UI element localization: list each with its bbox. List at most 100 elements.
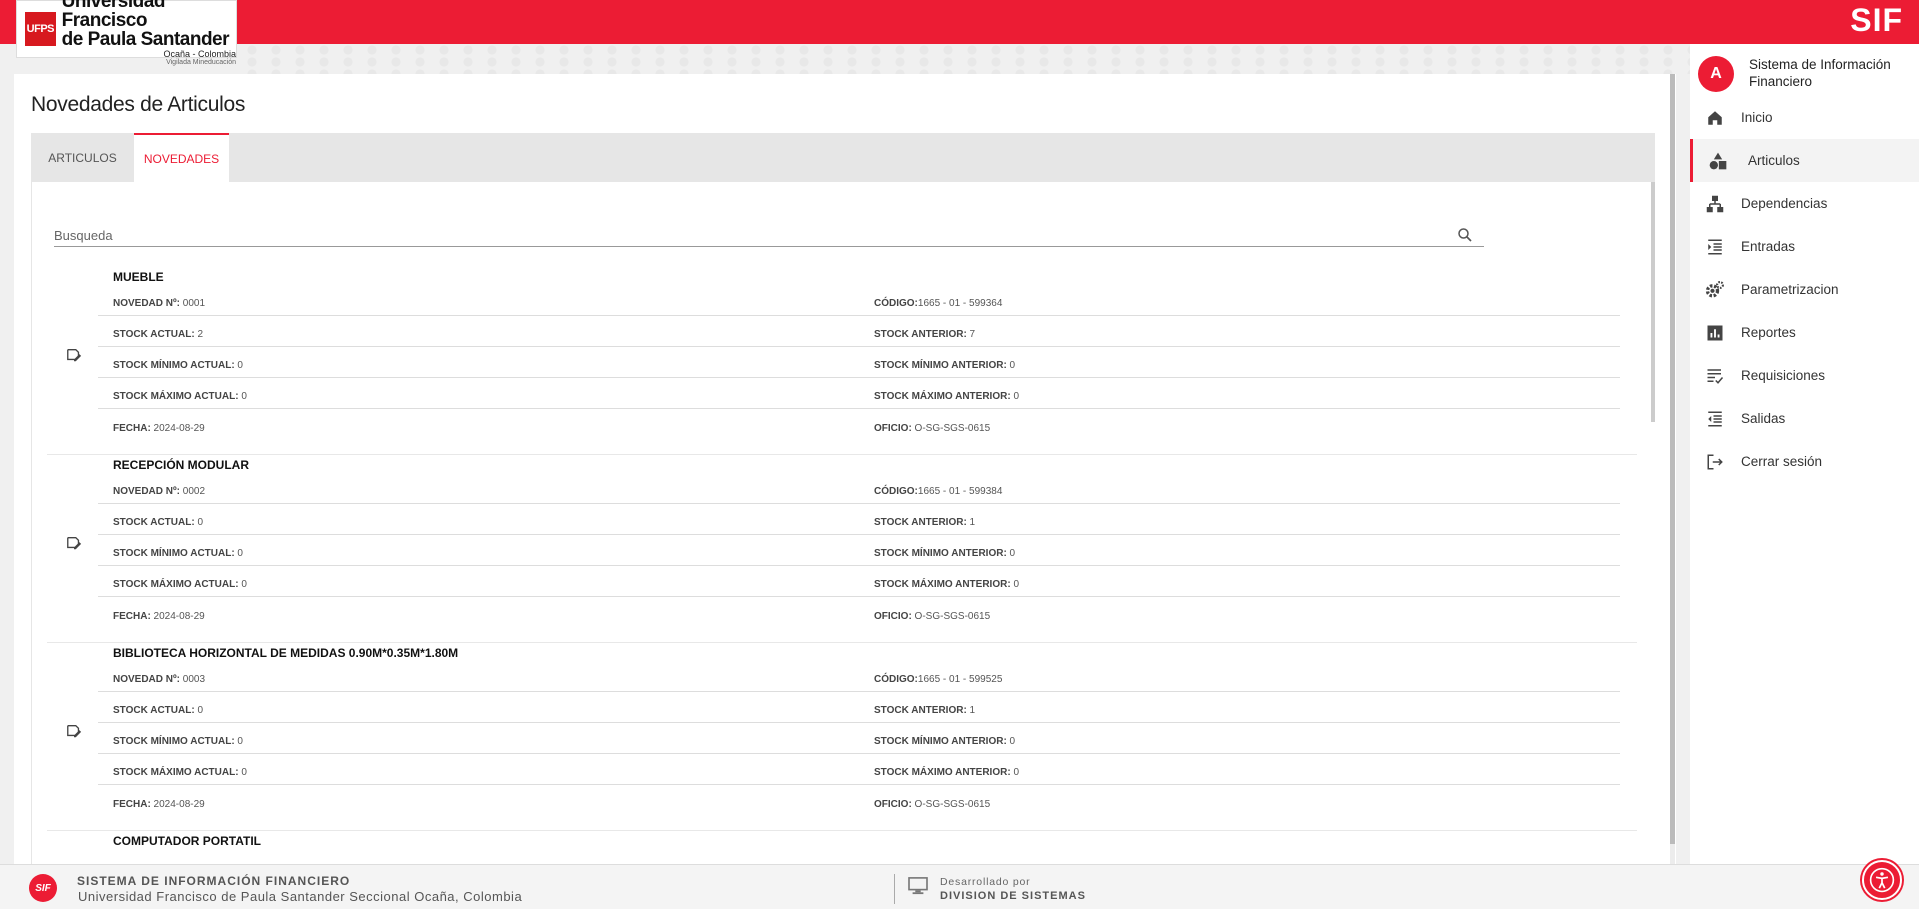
- ufps-logo-mark: UFPS: [25, 12, 56, 46]
- checklist-icon: [1705, 366, 1725, 386]
- row-right: OFICIO: O-SG-SGS-0615: [874, 799, 991, 810]
- row-left: STOCK MÍNIMO ACTUAL: 0: [113, 548, 243, 559]
- row-left: STOCK MÍNIMO ACTUAL: 0: [113, 736, 243, 747]
- footer-divider: [894, 874, 895, 904]
- sidebar-item-label: Cerrar sesión: [1741, 454, 1823, 469]
- entry-title: MUEBLE: [113, 270, 164, 284]
- sidebar-item-label: Entradas: [1741, 239, 1796, 254]
- sidebar-item-inicio[interactable]: Inicio: [1690, 96, 1919, 139]
- entry-row: NOVEDAD Nº: 0003 CÓDIGO:1665 - 01 - 5995…: [98, 661, 1620, 692]
- novedad-entry: BIBLIOTECA HORIZONTAL DE MEDIDAS 0.90M*0…: [47, 643, 1637, 831]
- row-left: STOCK ACTUAL: 0: [113, 705, 204, 716]
- page-scrollbar-thumb[interactable]: [1670, 74, 1675, 844]
- row-right: CÓDIGO:1665 - 01 - 599384: [874, 486, 1003, 497]
- sif-brand: SIF: [1850, 2, 1903, 38]
- search-field: [54, 224, 1484, 247]
- logout-icon: [1705, 452, 1725, 472]
- novedad-entry: MUEBLE NOVEDAD Nº: 0001 CÓDIGO:1665 - 01…: [47, 267, 1637, 455]
- edit-document-icon[interactable]: [65, 723, 83, 739]
- edit-document-icon[interactable]: [65, 535, 83, 551]
- monitor-icon: [908, 877, 928, 895]
- sidebar-header: A Sistema de Información Financiero: [1698, 50, 1913, 98]
- row-right: STOCK MÁXIMO ANTERIOR: 0: [874, 579, 1020, 590]
- footer: SIF SISTEMA DE INFORMACIÓN FINANCIERO Un…: [0, 864, 1919, 909]
- entry-title: RECEPCIÓN MODULAR: [113, 458, 250, 472]
- sidebar-item-label: Articulos: [1748, 153, 1800, 168]
- entry-row: STOCK MÍNIMO ACTUAL: 0 STOCK MÍNIMO ANTE…: [98, 347, 1620, 378]
- row-right: OFICIO: O-SG-SGS-0615: [874, 423, 991, 434]
- row-left: STOCK MÁXIMO ACTUAL: 0: [113, 391, 247, 402]
- entry-row: FECHA: 2024-08-29 OFICIO: O-SG-SGS-0615: [98, 597, 1620, 628]
- entry-title: BIBLIOTECA HORIZONTAL DE MEDIDAS 0.90M*0…: [113, 646, 459, 660]
- home-icon: [1705, 108, 1725, 128]
- row-left: STOCK MÍNIMO ACTUAL: 0: [113, 360, 243, 371]
- sidebar: A Sistema de Información Financiero Inic…: [1690, 44, 1919, 864]
- logo-line-2: de Paula Santander: [61, 29, 230, 50]
- shapes-icon: [1708, 151, 1728, 171]
- row-left: STOCK ACTUAL: 2: [113, 329, 204, 340]
- logo-text: Universidad Francisco de Paula Santander…: [62, 0, 236, 66]
- search-icon[interactable]: [1456, 226, 1474, 244]
- avatar[interactable]: A: [1698, 56, 1734, 92]
- search-input[interactable]: [54, 224, 1434, 246]
- entry-row: STOCK MÍNIMO ACTUAL: 0 STOCK MÍNIMO ANTE…: [98, 723, 1620, 754]
- sidebar-item-parametrizacion[interactable]: Parametrizacion: [1690, 268, 1919, 311]
- row-right: STOCK MÁXIMO ANTERIOR: 0: [874, 391, 1020, 402]
- entry-title: COMPUTADOR PORTATIL: [113, 834, 261, 848]
- row-right: STOCK ANTERIOR: 7: [874, 329, 976, 340]
- row-right: STOCK ANTERIOR: 1: [874, 705, 976, 716]
- hierarchy-icon: [1705, 194, 1725, 214]
- row-right: STOCK MÍNIMO ANTERIOR: 0: [874, 360, 1016, 371]
- row-left: NOVEDAD Nº: 0001: [113, 298, 206, 309]
- sidebar-item-dependencias[interactable]: Dependencias: [1690, 182, 1919, 225]
- logo-line-3: Ocaña - Colombia: [163, 49, 236, 59]
- tab-bar: ARTICULOS NOVEDADES: [31, 133, 1655, 182]
- entry-row: STOCK ACTUAL: 0 STOCK ANTERIOR: 1: [98, 692, 1620, 723]
- sidebar-item-articulos[interactable]: Articulos: [1690, 139, 1919, 182]
- logo-line-1: Universidad Francisco: [61, 0, 166, 31]
- sidebar-item-requisiciones[interactable]: Requisiciones: [1690, 354, 1919, 397]
- row-right: OFICIO: O-SG-SGS-0615: [874, 611, 991, 622]
- row-left: FECHA: 2024-08-29: [113, 611, 205, 622]
- row-right: CÓDIGO:1665 - 01 - 599364: [874, 298, 1003, 309]
- row-left: STOCK MÁXIMO ACTUAL: 0: [113, 579, 247, 590]
- inner-scrollbar[interactable]: [1651, 182, 1655, 422]
- sidebar-item-reportes[interactable]: Reportes: [1690, 311, 1919, 354]
- row-right: CÓDIGO:1665 - 01 - 599525: [874, 674, 1003, 685]
- row-right: STOCK MÍNIMO ANTERIOR: 0: [874, 736, 1016, 747]
- sidebar-title: Sistema de Información Financiero: [1749, 57, 1891, 89]
- sidebar-item-cerrar-sesion[interactable]: Cerrar sesión: [1690, 440, 1919, 483]
- entry-row: STOCK MÍNIMO ACTUAL: 0 STOCK MÍNIMO ANTE…: [98, 535, 1620, 566]
- entry-row: STOCK MÁXIMO ACTUAL: 0 STOCK MÁXIMO ANTE…: [98, 566, 1620, 597]
- sidebar-item-label: Parametrizacion: [1741, 282, 1839, 297]
- tab-novedades[interactable]: NOVEDADES: [134, 133, 229, 182]
- logo-line-4: Vigilada Mineducación: [166, 59, 236, 66]
- row-left: NOVEDAD Nº: 0002: [113, 486, 206, 497]
- edit-document-icon[interactable]: [65, 347, 83, 363]
- bar-chart-icon: [1705, 323, 1725, 343]
- row-left: NOVEDAD Nº: 0003: [113, 674, 206, 685]
- row-left: STOCK ACTUAL: 0: [113, 517, 204, 528]
- sidebar-item-label: Reportes: [1741, 325, 1796, 340]
- university-logo[interactable]: UFPS Universidad Francisco de Paula Sant…: [16, 0, 237, 66]
- page-title: Novedades de Articulos: [31, 93, 246, 116]
- indent-icon: [1705, 237, 1725, 257]
- decorative-dots: [240, 44, 1690, 74]
- accessibility-button[interactable]: [1862, 860, 1902, 900]
- row-left: STOCK MÁXIMO ACTUAL: 0: [113, 767, 247, 778]
- developed-by-label: Desarrollado por: [940, 876, 1031, 888]
- entry-row: FECHA: 2024-08-29 OFICIO: O-SG-SGS-0615: [98, 785, 1620, 816]
- row-right: STOCK ANTERIOR: 1: [874, 517, 976, 528]
- sidebar-item-salidas[interactable]: Salidas: [1690, 397, 1919, 440]
- entry-row: FECHA: 2024-08-29 OFICIO: O-SG-SGS-0615: [98, 409, 1620, 440]
- row-right: STOCK MÍNIMO ANTERIOR: 0: [874, 548, 1016, 559]
- entry-row: STOCK MÁXIMO ACTUAL: 0 STOCK MÁXIMO ANTE…: [98, 754, 1620, 785]
- main-card: Novedades de Articulos ARTICULOS NOVEDAD…: [14, 74, 1676, 864]
- tab-articulos[interactable]: ARTICULOS: [31, 133, 134, 182]
- sidebar-item-label: Requisiciones: [1741, 368, 1826, 383]
- novedades-panel: MUEBLE NOVEDAD Nº: 0001 CÓDIGO:1665 - 01…: [31, 182, 1655, 864]
- footer-logo: SIF: [29, 874, 57, 902]
- accessibility-icon: [1869, 867, 1895, 893]
- sidebar-item-entradas[interactable]: Entradas: [1690, 225, 1919, 268]
- footer-title: SISTEMA DE INFORMACIÓN FINANCIERO: [77, 874, 351, 888]
